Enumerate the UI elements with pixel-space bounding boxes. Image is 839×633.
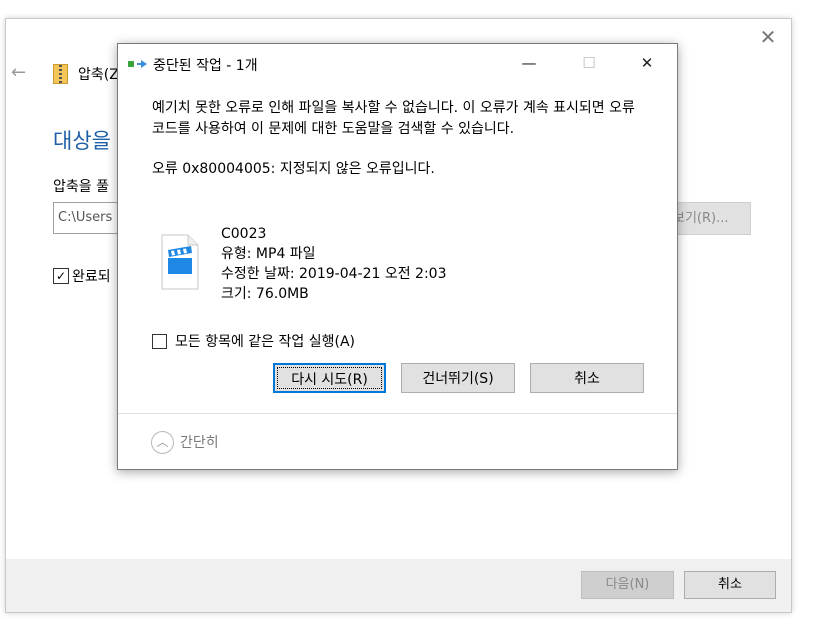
copy-transfer-icon — [128, 60, 147, 68]
show-files-checkbox[interactable]: ✓ — [53, 268, 69, 284]
file-info: C0023 유형: MP4 파일 수정한 날짜: 2019-04-21 오전 2… — [221, 224, 446, 304]
interrupted-action-dialog: 중단된 작업 - 1개 — ☐ ✕ 예기치 못한 오류로 인해 파일을 복사할 … — [117, 43, 678, 470]
minimize-icon[interactable]: — — [506, 50, 552, 76]
retry-button[interactable]: 다시 시도(R) — [273, 363, 386, 393]
error-code: 오류 0x80004005: 지정되지 않은 오류입니다. — [152, 161, 435, 177]
error-message: 예기치 못한 오류로 인해 파일을 복사할 수 없습니다. 이 오류가 계속 표… — [152, 100, 635, 137]
video-file-icon — [161, 234, 199, 290]
file-name: C0023 — [221, 226, 267, 242]
details-divider — [118, 413, 677, 414]
cancel-button[interactable]: 취소 — [530, 363, 644, 393]
apply-all-label[interactable]: 모든 항목에 같은 작업 실행(A) — [175, 331, 355, 351]
next-button[interactable]: 다음(N) — [581, 571, 674, 599]
back-arrow-icon[interactable]: ← — [11, 62, 26, 83]
file-type: 유형: MP4 파일 — [221, 246, 316, 262]
maximize-icon: ☐ — [582, 54, 596, 72]
close-icon[interactable]: ✕ — [624, 50, 670, 76]
fewer-details-label[interactable]: 간단히 — [180, 432, 219, 452]
skip-button[interactable]: 건너뛰기(S) — [401, 363, 515, 393]
destination-label: 압축을 풀 — [53, 179, 109, 195]
apply-all-checkbox[interactable] — [152, 334, 167, 349]
wizard-close-icon[interactable]: ✕ — [757, 26, 779, 48]
browse-button[interactable]: 보기(R)... — [672, 202, 751, 235]
destination-path-input[interactable]: C:\Users — [53, 202, 121, 234]
wizard-cancel-button[interactable]: 취소 — [684, 571, 776, 599]
dialog-title: 중단된 작업 - 1개 — [153, 58, 258, 74]
file-size: 크기: 76.0MB — [221, 286, 309, 302]
show-files-label: 완료되 — [72, 269, 111, 285]
browse-button-label: 보기(R)... — [673, 211, 729, 226]
wizard-heading: 대상을 — [53, 129, 111, 153]
chevron-up-icon[interactable]: ︿ — [151, 431, 174, 454]
dialog-titlebar[interactable]: 중단된 작업 - 1개 — ☐ ✕ — [118, 44, 677, 82]
file-modified: 수정한 날짜: 2019-04-21 오전 2:03 — [221, 266, 447, 282]
zip-folder-icon — [53, 64, 68, 84]
retry-button-label: 다시 시도(R) — [291, 372, 368, 388]
